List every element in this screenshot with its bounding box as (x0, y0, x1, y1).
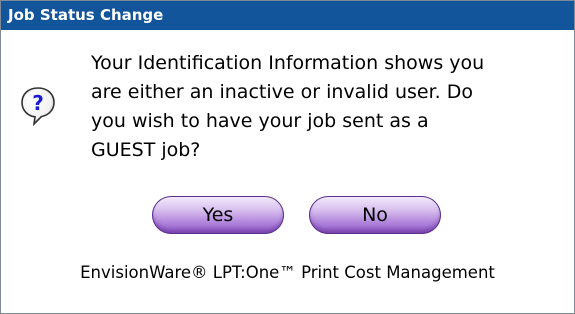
yes-button[interactable]: Yes (152, 196, 284, 234)
dialog-title-bar[interactable]: Job Status Change (1, 1, 574, 30)
message-line: Your Identification Information shows yo… (91, 52, 485, 74)
message-line: GUEST job? (91, 139, 201, 161)
message-line: you wish to have your job sent as a (91, 110, 429, 132)
no-button[interactable]: No (309, 196, 441, 234)
question-glyph: ? (32, 91, 44, 115)
dialog-title: Job Status Change (8, 6, 164, 24)
footer-branding: EnvisionWare® LPT:One™ Print Cost Manage… (80, 263, 495, 282)
job-status-change-dialog: Job Status Change ? Your Identification … (0, 0, 575, 314)
message-line: are either an inactive or invalid user. … (91, 81, 473, 103)
question-icon: ? (20, 86, 56, 127)
dialog-message: Your Identification Information shows yo… (91, 49, 571, 165)
